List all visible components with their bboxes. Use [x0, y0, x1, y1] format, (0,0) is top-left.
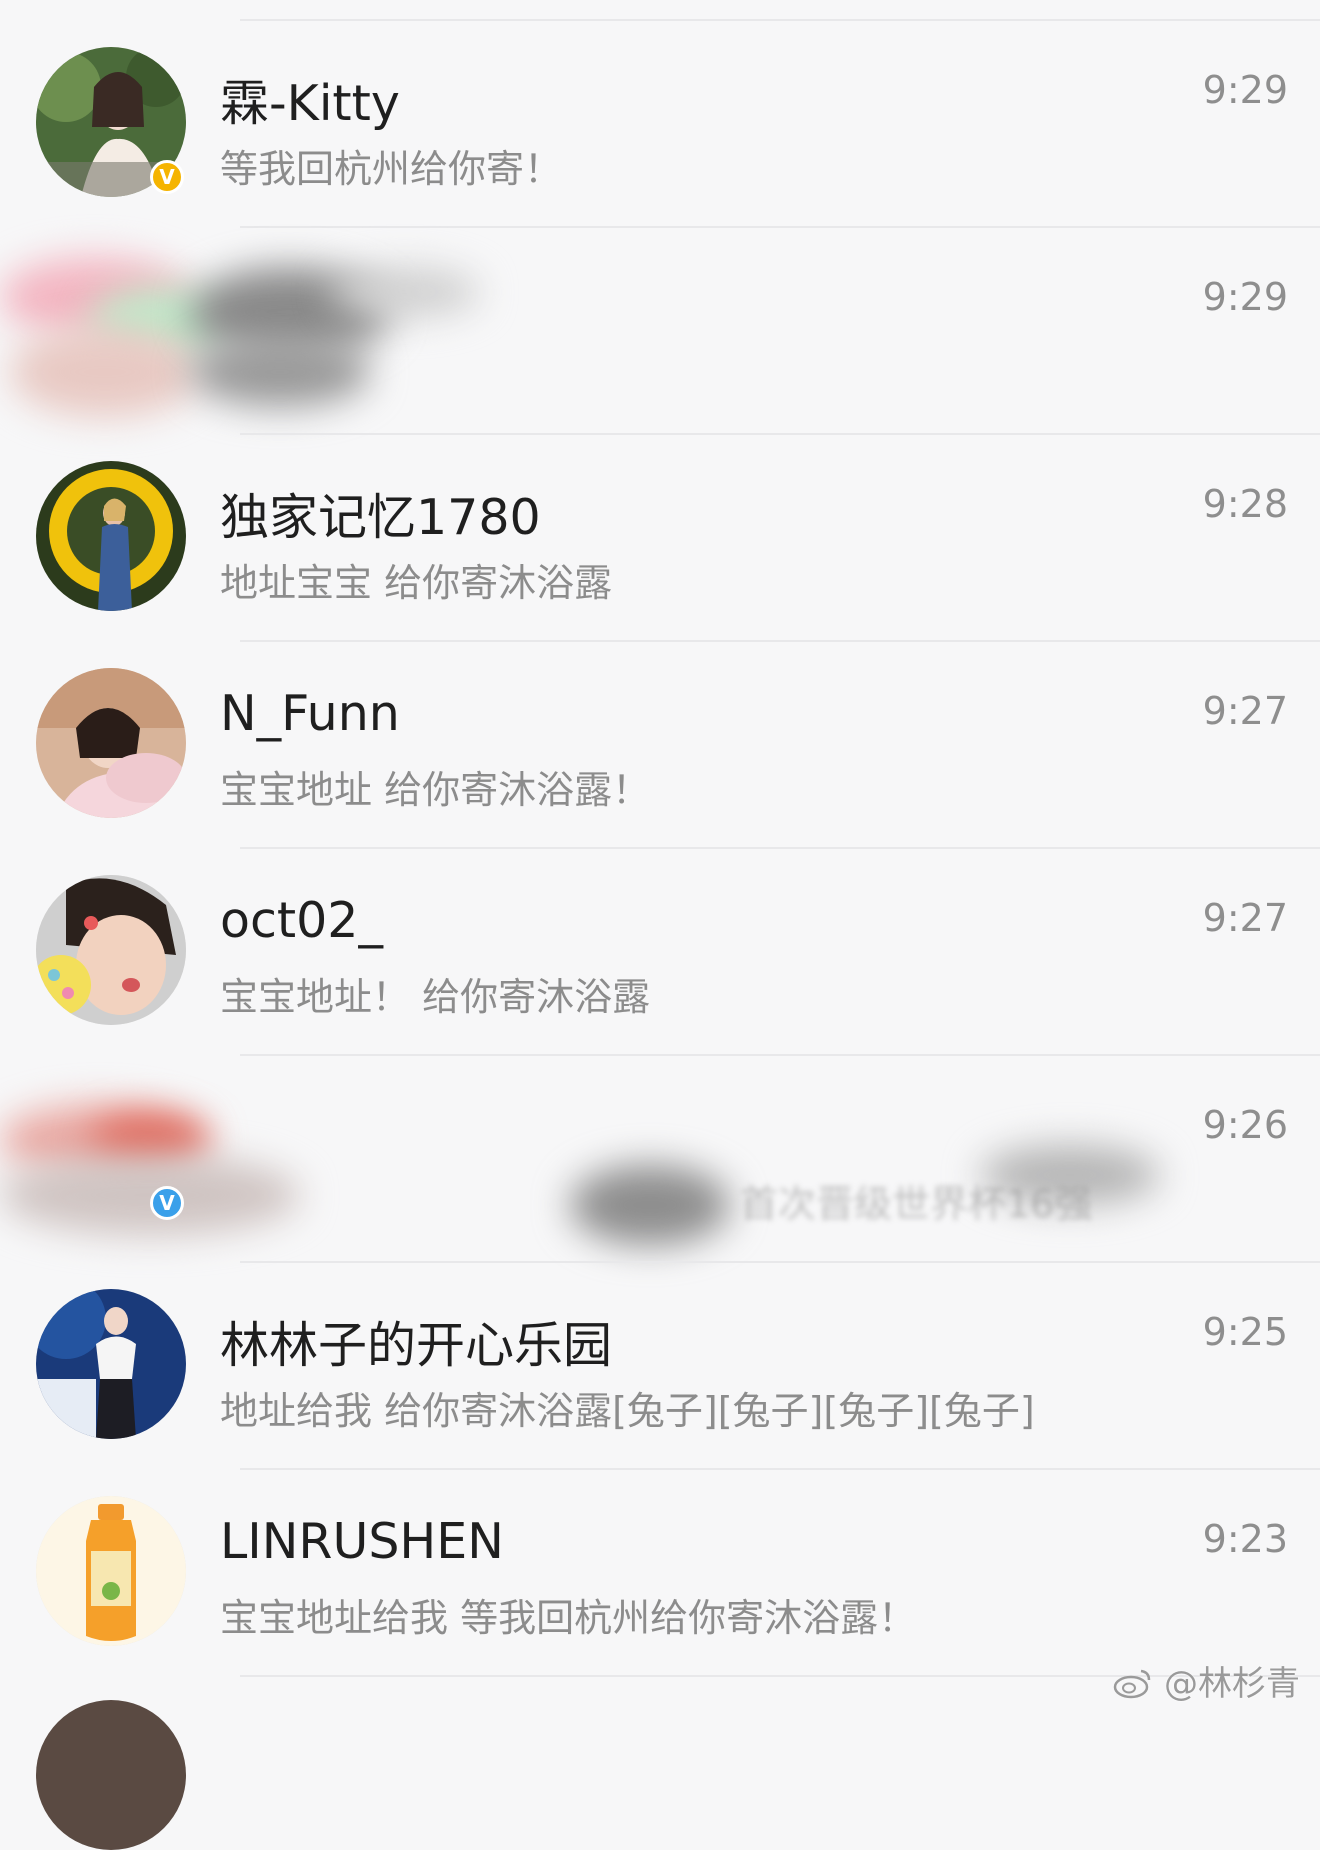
message-time: 9:29: [1202, 68, 1288, 112]
verified-badge-icon: V: [150, 1186, 184, 1220]
avatar-image: [36, 1496, 186, 1646]
avatar[interactable]: [36, 875, 186, 1025]
contact-name: 林林子的开心乐园: [220, 1317, 613, 1374]
conversation-item[interactable]: V 霖-Kitty 等我回杭州给你寄！ 9:29: [0, 20, 1320, 225]
avatar[interactable]: [36, 1289, 186, 1439]
avatar[interactable]: [36, 461, 186, 611]
message-time: 9:25: [1202, 1310, 1288, 1354]
conversation-item[interactable]: 9:29: [0, 227, 1320, 432]
contact-name: 霖-Kitty: [220, 75, 400, 132]
conversation-item[interactable]: 林林子的开心乐园 地址给我 给你寄沐浴露[兔子][兔子][兔子][兔子] 9:2…: [0, 1262, 1320, 1467]
avatar[interactable]: [36, 668, 186, 818]
avatar-image: [36, 1289, 186, 1439]
avatar[interactable]: [36, 1496, 186, 1646]
weibo-icon: [1113, 1664, 1164, 1704]
message-preview: 宝宝地址！ 给你寄沐浴露: [220, 975, 651, 1019]
avatar-image: [36, 668, 186, 818]
message-preview: 宝宝地址给我 等我回杭州给你寄沐浴露！: [220, 1596, 917, 1640]
message-time: 9:29: [1202, 275, 1288, 319]
message-preview: 地址给我 给你寄沐浴露[兔子][兔子][兔子][兔子]: [220, 1389, 1035, 1433]
message-preview: 等我回杭州给你寄！: [220, 147, 563, 191]
message-time: 9:27: [1202, 896, 1288, 940]
message-time: 9:26: [1202, 1103, 1288, 1147]
contact-name: LINRUSHEN: [220, 1513, 504, 1570]
verified-badge-icon: V: [150, 160, 184, 194]
watermark-text: @林杉青: [1164, 1664, 1300, 1704]
conversation-item[interactable]: 独家记忆1780 地址宝宝 给你寄沐浴露 9:28: [0, 434, 1320, 639]
avatar-image: [36, 461, 186, 611]
message-preview: 首次晋级世界杯16强: [740, 1182, 1093, 1226]
message-preview: 地址宝宝 给你寄沐浴露: [220, 561, 613, 605]
watermark: @林杉青: [1113, 1656, 1300, 1705]
message-preview: 宝宝地址 给你寄沐浴露！: [220, 768, 651, 812]
message-time: 9:27: [1202, 689, 1288, 733]
avatar-image: [36, 875, 186, 1025]
contact-name: 独家记忆1780: [220, 489, 541, 546]
message-time: 9:23: [1202, 1517, 1288, 1561]
contact-name: oct02_: [220, 892, 383, 949]
contact-name: N_Funn: [220, 685, 400, 742]
conversation-item[interactable]: LINRUSHEN 宝宝地址给我 等我回杭州给你寄沐浴露！ 9:23: [0, 1469, 1320, 1674]
message-time: 9:28: [1202, 482, 1288, 526]
conversation-item[interactable]: oct02_ 宝宝地址！ 给你寄沐浴露 9:27: [0, 848, 1320, 1053]
avatar[interactable]: [36, 1700, 186, 1850]
conversation-item[interactable]: N_Funn 宝宝地址 给你寄沐浴露！ 9:27: [0, 641, 1320, 846]
conversation-item[interactable]: V 首次晋级世界杯16强 9:26: [0, 1055, 1320, 1260]
